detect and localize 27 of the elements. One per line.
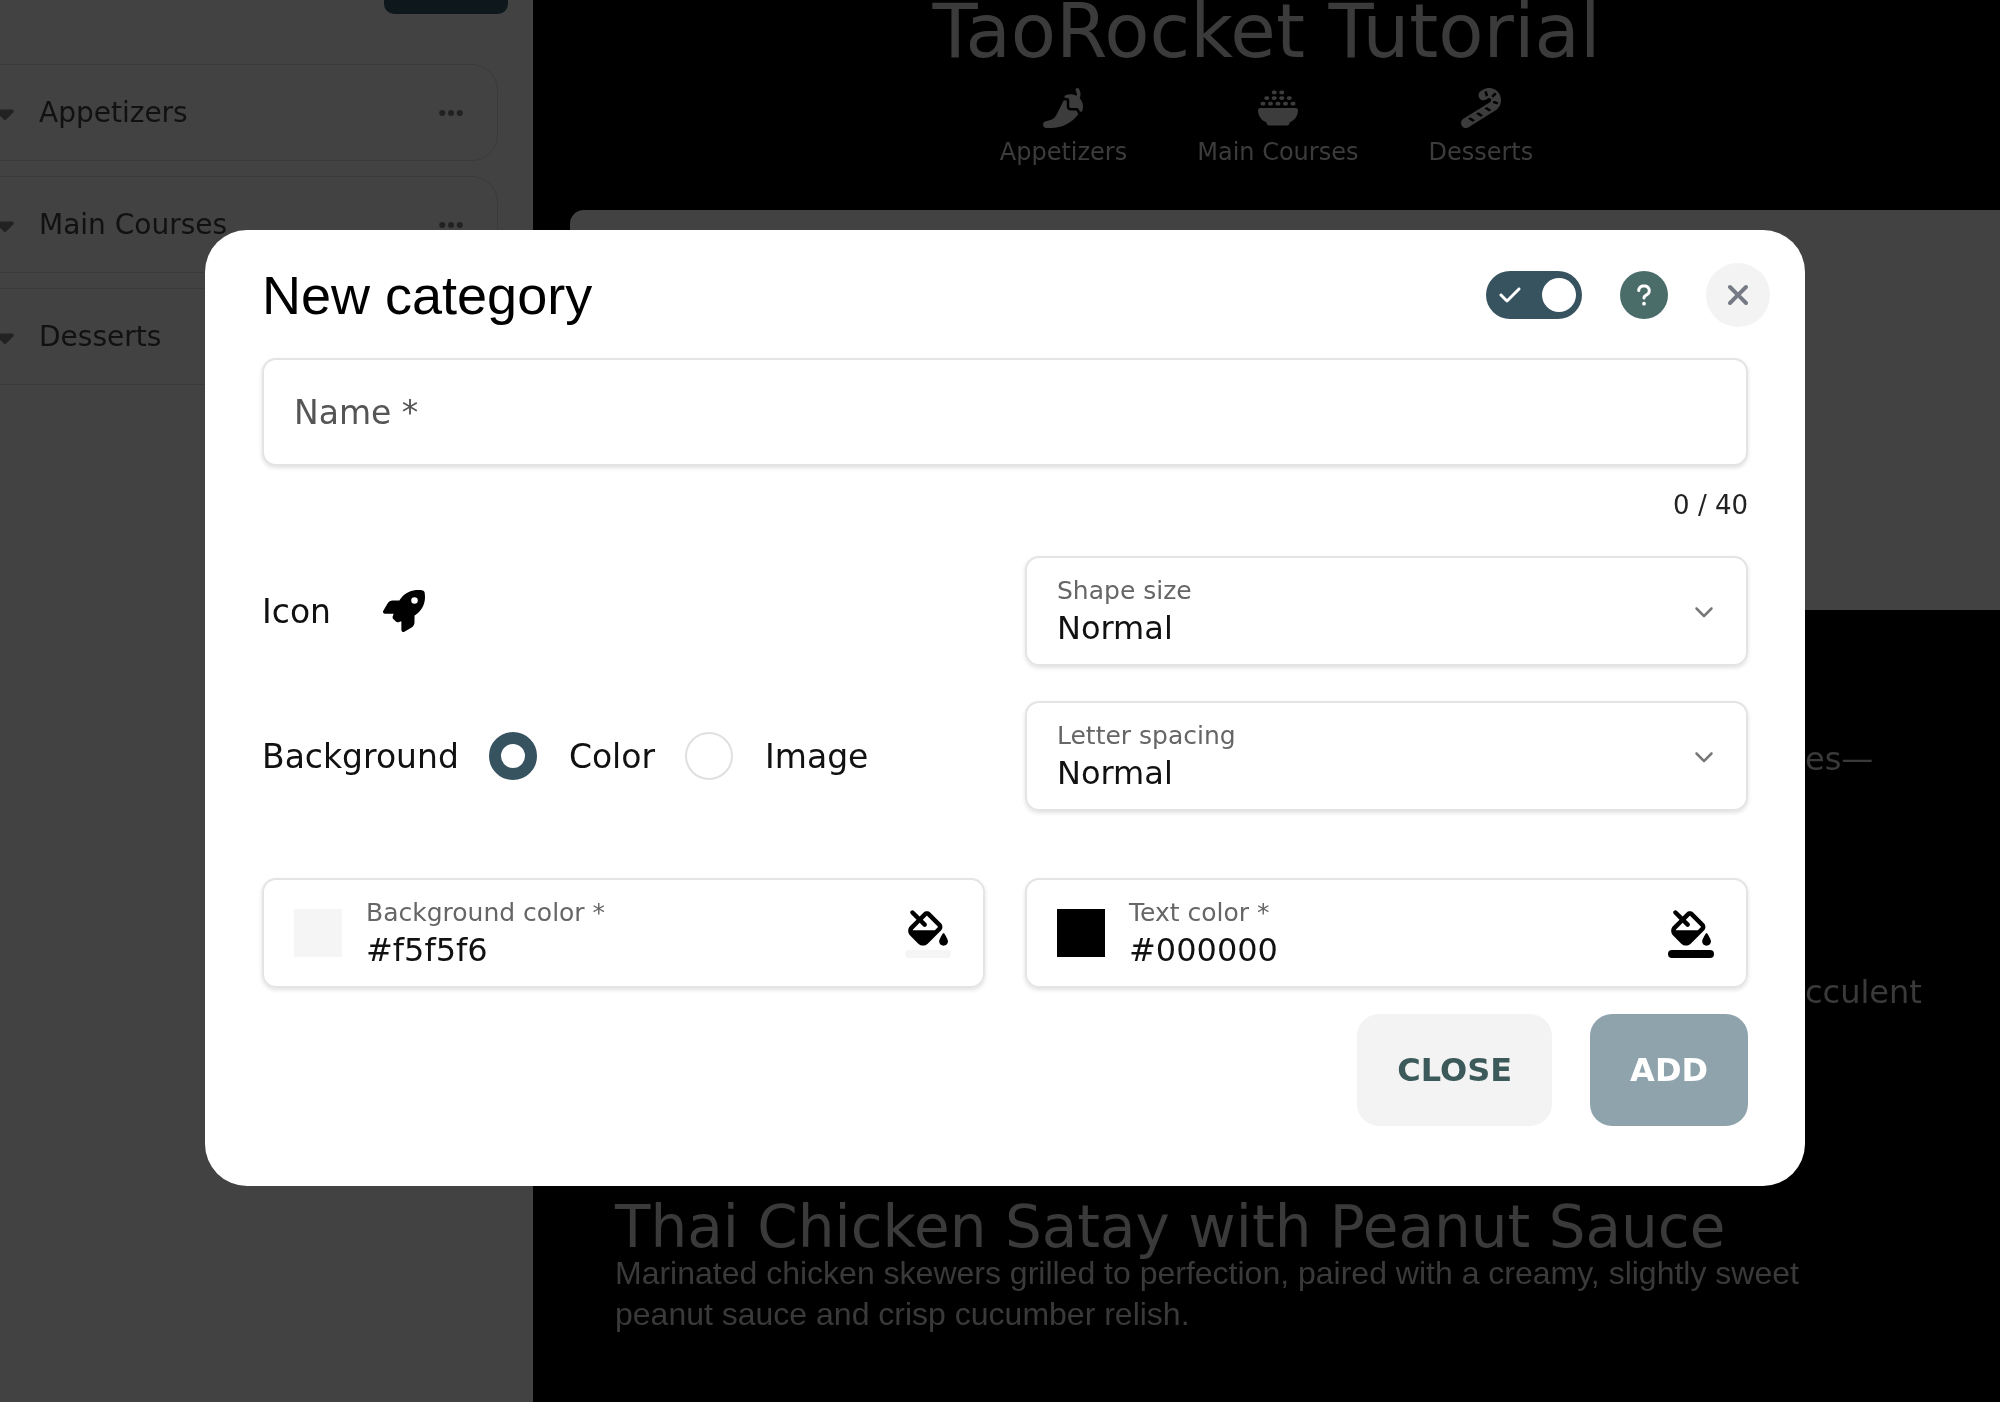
help-icon[interactable] <box>1620 271 1668 319</box>
radio-label: Image <box>765 736 869 776</box>
page-title: TaoRocket Tutorial <box>932 0 1601 68</box>
toggle-switch[interactable] <box>1486 271 1582 319</box>
radio-button[interactable] <box>488 732 537 780</box>
recipe-title: Thai Chicken Satay with Peanut Sauce <box>615 1193 1727 1261</box>
rice-bowl-icon <box>1257 88 1298 128</box>
name-field[interactable]: Name * <box>262 358 1748 466</box>
candy-cane-icon <box>1460 88 1501 128</box>
color-field[interactable]: Text color * #000000 <box>1025 878 1748 988</box>
color-field[interactable]: Background color * #f5f5f6 <box>262 878 985 988</box>
letter-spacing-select[interactable]: Letter spacing Normal <box>1025 701 1748 811</box>
body-text: es— <box>1805 740 1875 778</box>
paint-bucket-icon[interactable] <box>1668 908 1714 958</box>
character-counter: 0 / 40 <box>1673 490 1748 520</box>
background-label: Background <box>262 736 459 776</box>
close-button[interactable]: CLOSE <box>1357 1014 1553 1126</box>
icon-label: Icon <box>262 591 331 631</box>
category-tab[interactable]: Main Courses <box>1197 88 1359 166</box>
rocket-icon[interactable] <box>383 590 425 632</box>
category-tab[interactable]: Appetizers <box>999 88 1128 166</box>
shape-size-select[interactable]: Shape size Normal <box>1025 556 1748 666</box>
body-text: cculent <box>1805 973 1923 1011</box>
category-tab[interactable]: Desserts <box>1428 88 1534 166</box>
radio-label: Color <box>568 736 656 776</box>
paint-bucket-icon[interactable] <box>905 908 951 958</box>
chili-pepper-icon <box>1043 88 1084 128</box>
